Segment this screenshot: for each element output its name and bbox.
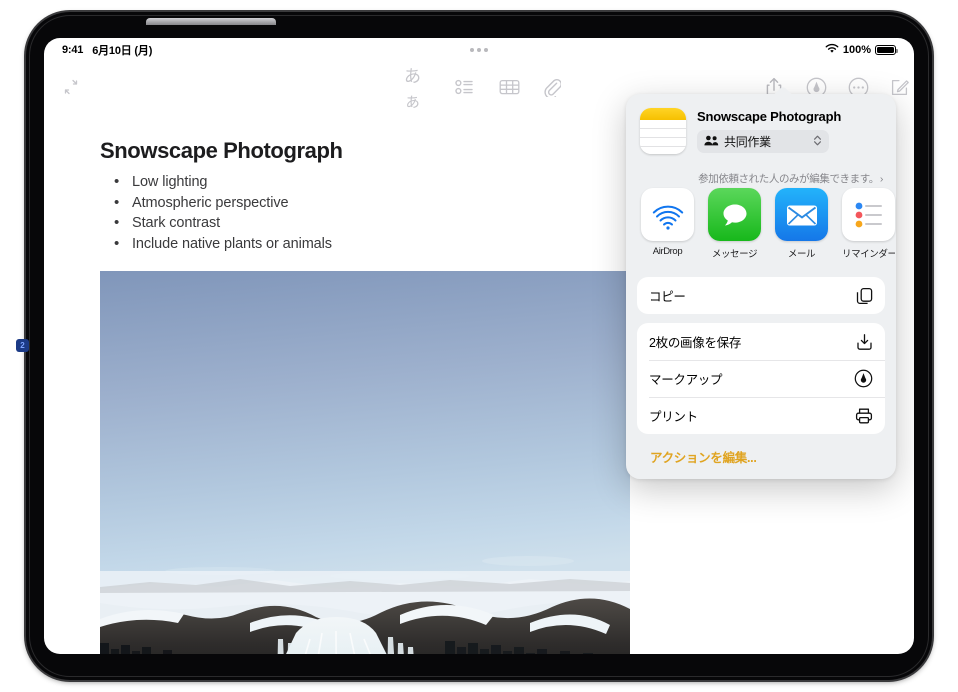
action-save-images[interactable]: 2枚の画像を保存 (637, 323, 885, 360)
share-doc-title: Snowscape Photograph (697, 109, 842, 124)
status-date: 6月10日 (月) (92, 45, 153, 57)
printer-icon (855, 407, 873, 425)
note-bullet-list: Low lighting Atmospheric perspective Sta… (110, 173, 332, 256)
reminders-icon (842, 188, 895, 241)
edit-actions-button[interactable]: アクションを編集... (637, 447, 885, 466)
status-bar-right: 100% (825, 43, 898, 57)
status-bar-center (44, 38, 914, 62)
messages-icon (708, 188, 761, 241)
share-target-mail[interactable]: メール (775, 188, 828, 260)
two-people-icon (704, 135, 719, 149)
collaboration-label: 共同作業 (724, 135, 771, 149)
list-item: Stark contrast (110, 214, 332, 231)
device-edge-top (146, 18, 276, 25)
app-label: メール (787, 249, 816, 260)
app-label: リマインダー (842, 249, 895, 260)
app-label: AirDrop (652, 246, 683, 257)
action-copy[interactable]: コピー (637, 277, 885, 314)
action-group-primary: コピー (637, 277, 885, 314)
list-item: Low lighting (110, 173, 332, 190)
action-label: コピー (649, 290, 686, 304)
list-item: Include native plants or animals (110, 235, 332, 252)
battery-icon (875, 45, 898, 55)
share-target-messages[interactable]: メッセージ (708, 188, 761, 260)
status-bar: 9:41 6月10日 (月) 100% (44, 38, 914, 62)
action-markup[interactable]: マークアップ (637, 360, 885, 397)
airdrop-icon (641, 188, 694, 241)
action-group-secondary: 2枚の画像を保存 マークアップ プリント (637, 323, 885, 434)
status-bar-left: 9:41 6月10日 (月) (62, 42, 152, 58)
copy-icon (856, 287, 873, 305)
collaboration-dropdown[interactable]: 共同作業 (697, 130, 829, 153)
mail-icon (775, 188, 828, 241)
text-format-button[interactable]: あぁ (404, 67, 438, 112)
battery-percent: 100% (842, 44, 871, 56)
chevron-up-down-icon (813, 134, 822, 150)
share-target-airdrop[interactable]: AirDrop (641, 188, 694, 260)
permission-text: 参加依頼された人のみが編集できます。 (698, 173, 879, 185)
app-label: メッセージ (711, 249, 758, 260)
action-label: 2枚の画像を保存 (649, 336, 742, 350)
save-download-icon (856, 333, 873, 351)
share-sheet-popover: Snowscape Photograph 共同作業 参加依頼された人のみが編集で… (626, 94, 896, 479)
status-time: 9:41 (62, 44, 84, 56)
popover-arrow (772, 85, 794, 95)
action-label: マークアップ (649, 373, 723, 387)
paperclip-icon[interactable] (538, 74, 566, 100)
note-title: Snowscape Photograph (100, 138, 343, 163)
table-icon[interactable] (494, 74, 524, 100)
share-app-row[interactable]: AirDrop メッセージ メール リマインダー (637, 186, 903, 268)
checklist-icon[interactable] (450, 74, 480, 100)
note-photo-snowscape[interactable] (100, 271, 630, 654)
markup-pen-icon (854, 369, 873, 388)
permission-note[interactable]: 参加依頼された人のみが編集できます。› (637, 171, 885, 186)
share-sheet-header: Snowscape Photograph 共同作業 (637, 104, 885, 164)
annotation-marker-2: 2 (16, 339, 29, 352)
wifi-icon (825, 43, 839, 57)
notes-app-icon (640, 108, 686, 154)
list-item: Atmospheric perspective (110, 194, 332, 211)
action-print[interactable]: プリント (637, 397, 885, 434)
screenshot-root: 2 9:41 6月10日 (月) 100% あぁ Snowscape Photo… (0, 0, 958, 692)
chevron-right-icon: › (879, 173, 884, 185)
share-target-reminders[interactable]: リマインダー (842, 188, 895, 260)
action-label: プリント (649, 410, 698, 424)
collapse-arrows-icon[interactable] (58, 74, 84, 100)
ipad-screen: 9:41 6月10日 (月) 100% あぁ Snowscape Photogr… (44, 38, 914, 654)
multitasking-dots-icon[interactable] (470, 48, 488, 52)
